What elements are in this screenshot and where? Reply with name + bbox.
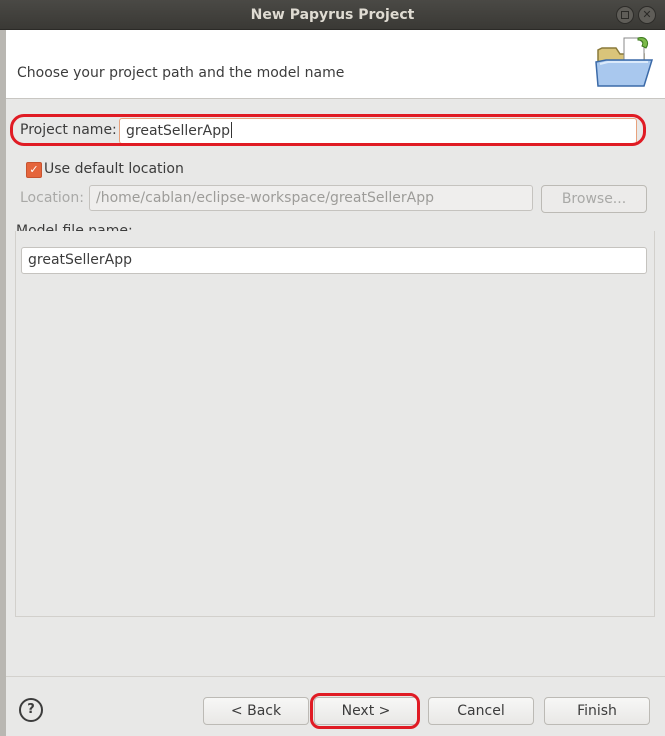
back-button[interactable]: < Back	[203, 697, 309, 725]
project-name-value: greatSellerApp	[126, 123, 231, 139]
button-bar-separator	[6, 676, 665, 677]
location-input[interactable]: /home/cablan/eclipse-workspace/greatSell…	[89, 185, 533, 211]
maximize-icon[interactable]	[616, 6, 634, 24]
location-label: Location:	[20, 190, 84, 206]
wizard-header: Choose your project path and the model n…	[6, 30, 665, 99]
project-name-input[interactable]: greatSellerApp	[119, 118, 637, 144]
browse-button[interactable]: Browse...	[541, 185, 647, 213]
help-icon[interactable]: ?	[19, 698, 43, 722]
next-button[interactable]: Next >	[314, 697, 418, 725]
use-default-location-checkbox[interactable]: ✓	[26, 162, 42, 178]
folder-open-icon	[595, 37, 654, 87]
cancel-button[interactable]: Cancel	[428, 697, 534, 725]
project-name-label: Project name:	[20, 122, 117, 138]
window-title: New Papyrus Project	[250, 6, 415, 23]
background-window-edge	[0, 30, 6, 736]
use-default-location-label[interactable]: Use default location	[44, 161, 184, 177]
header-message: Choose your project path and the model n…	[17, 65, 345, 81]
title-bar: New Papyrus Project ✕	[0, 0, 665, 30]
finish-button[interactable]: Finish	[544, 697, 650, 725]
model-file-name-input[interactable]: greatSellerApp	[21, 247, 647, 274]
close-icon[interactable]: ✕	[638, 6, 656, 24]
model-file-name-group	[15, 231, 655, 617]
text-caret	[231, 122, 233, 138]
